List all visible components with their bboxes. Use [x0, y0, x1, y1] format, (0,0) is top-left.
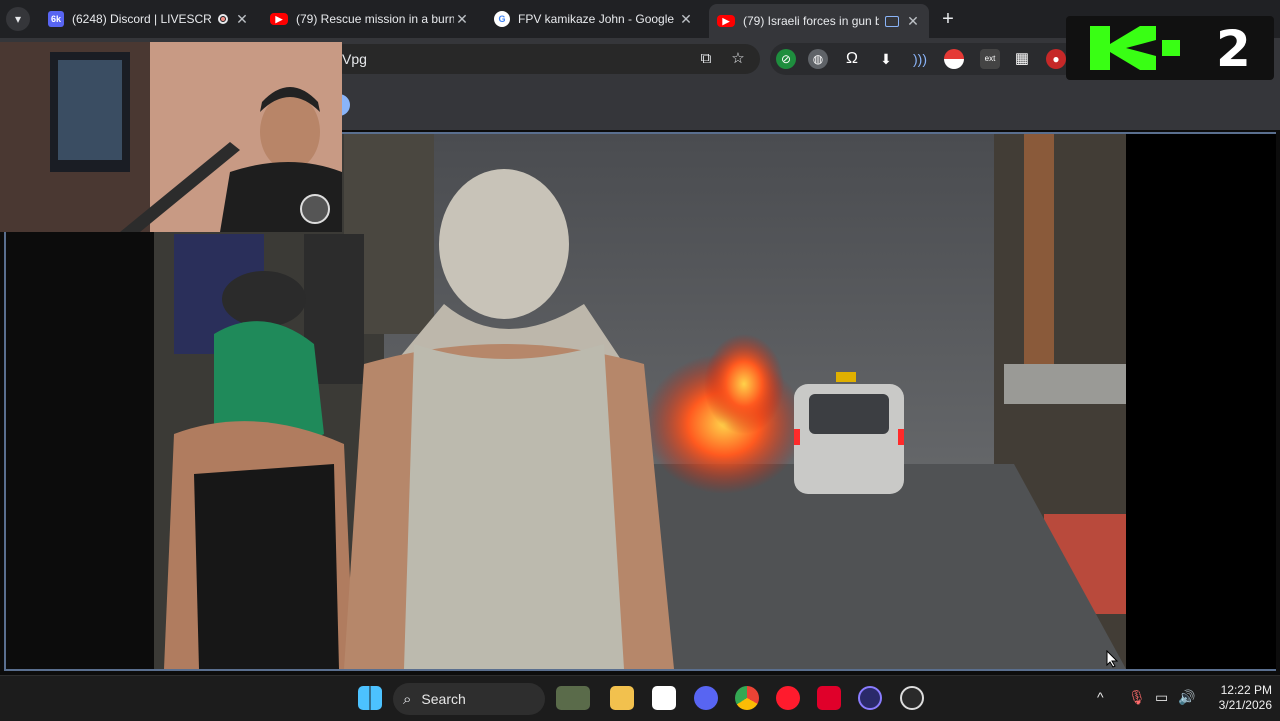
tab-rescue-mission[interactable]: ▶ (79) Rescue mission in a burning ✕: [262, 5, 478, 33]
logo-number: 2: [1216, 20, 1251, 78]
tab-google-search[interactable]: G FPV kamikaze John - Google Se ✕: [486, 5, 702, 33]
tab-title: FPV kamikaze John - Google Se: [518, 12, 678, 26]
discord-icon: 6k: [48, 11, 64, 27]
download-icon[interactable]: ⬇: [876, 49, 896, 69]
close-tab-icon[interactable]: ✕: [234, 11, 250, 28]
video-letterbox-right: [1126, 134, 1276, 669]
opera-icon[interactable]: [776, 686, 800, 710]
cast-icon: [885, 15, 899, 27]
clock-date: 3/21/2026: [1218, 698, 1272, 712]
steam-icon[interactable]: [900, 686, 924, 710]
bookmark-star-icon[interactable]: ☆: [728, 49, 748, 69]
windows-start-icon[interactable]: [358, 686, 382, 710]
system-clock[interactable]: 12:22 PM 3/21/2026: [1200, 683, 1272, 713]
address-bar[interactable]: Vpg ⧉ ☆: [330, 44, 760, 74]
file-explorer-icon[interactable]: [610, 686, 634, 710]
search-icon: ⌕: [403, 690, 412, 708]
globe-icon[interactable]: ◍: [808, 49, 828, 69]
streamer-webcam-image: [0, 42, 342, 232]
recording-icon: [218, 14, 228, 24]
close-tab-icon[interactable]: ✕: [454, 11, 470, 28]
new-tab-button[interactable]: +: [937, 8, 959, 31]
tab-title: (79) Israeli forces in gun bat: [743, 14, 879, 28]
stream-logo-icon: [300, 194, 330, 224]
close-tab-icon[interactable]: ✕: [905, 13, 921, 30]
pokeball-icon[interactable]: [944, 49, 964, 69]
tab-discord[interactable]: 6k (6248) Discord | LIVESCREAM ✕: [40, 5, 258, 33]
acrobat-icon[interactable]: [817, 686, 841, 710]
network-icon[interactable]: ▭: [1155, 689, 1168, 706]
volume-icon[interactable]: 🔊: [1178, 689, 1195, 706]
mouse-cursor-icon: [1106, 649, 1119, 668]
install-app-icon[interactable]: ⧉: [696, 49, 716, 69]
close-tab-icon[interactable]: ✕: [678, 11, 694, 28]
tab-title: (6248) Discord | LIVESCREAM: [72, 12, 212, 26]
tab-israeli-forces[interactable]: ▶ (79) Israeli forces in gun bat ✕: [709, 4, 929, 38]
channel-logo: 2: [1066, 16, 1274, 80]
taskbar-search[interactable]: ⌕ Search: [393, 683, 545, 715]
qr-icon[interactable]: ▦: [1012, 49, 1032, 69]
capcut-icon[interactable]: [652, 686, 676, 710]
wave-icon[interactable]: ))): [910, 49, 930, 69]
youtube-icon: ▶: [270, 13, 288, 25]
microphone-icon[interactable]: 🎙: [1128, 689, 1146, 706]
google-icon: G: [494, 11, 510, 27]
youtube-icon: ▶: [717, 15, 735, 27]
show-hidden-icons-icon[interactable]: ^: [1097, 689, 1104, 705]
obs-icon[interactable]: [858, 686, 882, 710]
taskbar-search-label: Search: [421, 691, 466, 707]
clock-time: 12:22 PM: [1220, 683, 1272, 697]
webcam-overlay: [0, 42, 342, 232]
windows-taskbar: ⌕ Search ^ 🎙 ▭ 🔊 12:22 PM 3/21/2026: [0, 675, 1280, 721]
discord-icon[interactable]: [694, 686, 718, 710]
tab-title: (79) Rescue mission in a burning: [296, 12, 454, 26]
adblock-icon[interactable]: ⊘: [776, 49, 796, 69]
shield-icon[interactable]: ●: [1046, 49, 1066, 69]
omega-icon[interactable]: Ω: [842, 49, 862, 69]
extensions-area: ⊘ ◍ Ω ⬇ ))) ext ▦ ●: [770, 43, 1080, 75]
ext-icon[interactable]: ext: [980, 49, 1000, 69]
widgets-icon[interactable]: [556, 686, 590, 710]
tab-search-button[interactable]: ▾: [6, 7, 30, 31]
chrome-icon[interactable]: [735, 686, 759, 710]
url-text: Vpg: [342, 51, 367, 67]
